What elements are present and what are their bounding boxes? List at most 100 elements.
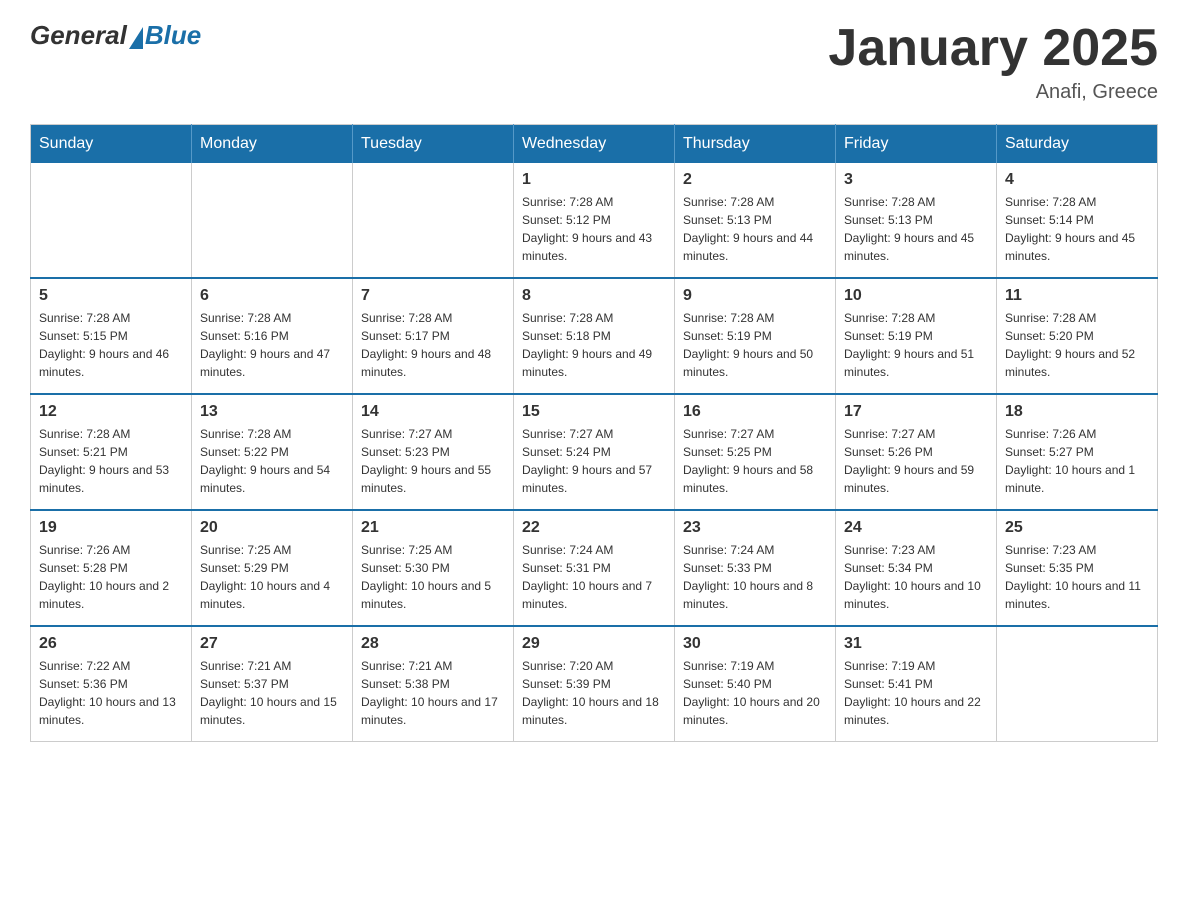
calendar-cell: 30 Sunrise: 7:19 AMSunset: 5:40 PMDayligh… xyxy=(675,626,836,742)
month-title: January 2025 xyxy=(828,20,1158,77)
calendar-week-row: 12 Sunrise: 7:28 AMSunset: 5:21 PMDayligh… xyxy=(31,394,1158,510)
calendar-cell: 28 Sunrise: 7:21 AMSunset: 5:38 PMDayligh… xyxy=(353,626,514,742)
day-of-week-header: Wednesday xyxy=(514,125,675,164)
day-number: 14 xyxy=(361,403,505,421)
calendar-table: SundayMondayTuesdayWednesdayThursdayFrid… xyxy=(30,124,1158,742)
logo-blue-text: Blue xyxy=(145,20,201,51)
location-text: Anafi, Greece xyxy=(828,81,1158,104)
day-info: Sunrise: 7:20 AMSunset: 5:39 PMDaylight:… xyxy=(522,657,666,729)
day-info: Sunrise: 7:28 AMSunset: 5:19 PMDaylight:… xyxy=(844,309,988,381)
day-info: Sunrise: 7:24 AMSunset: 5:31 PMDaylight:… xyxy=(522,541,666,613)
calendar-cell: 10 Sunrise: 7:28 AMSunset: 5:19 PMDayligh… xyxy=(836,278,997,394)
day-info: Sunrise: 7:27 AMSunset: 5:26 PMDaylight:… xyxy=(844,425,988,497)
day-info: Sunrise: 7:28 AMSunset: 5:17 PMDaylight:… xyxy=(361,309,505,381)
calendar-cell: 8Sunrise: 7:28 AMSunset: 5:18 PMDaylight… xyxy=(514,278,675,394)
calendar-cell xyxy=(192,163,353,278)
day-number: 9 xyxy=(683,287,827,305)
day-info: Sunrise: 7:21 AMSunset: 5:38 PMDaylight:… xyxy=(361,657,505,729)
day-info: Sunrise: 7:26 AMSunset: 5:27 PMDaylight:… xyxy=(1005,425,1149,497)
calendar-cell: 2 Sunrise: 7:28 AMSunset: 5:13 PMDaylight… xyxy=(675,163,836,278)
day-number: 4 xyxy=(1005,171,1149,189)
day-info: Sunrise: 7:28 AMSunset: 5:12 PMDaylight:… xyxy=(522,193,666,265)
day-info: Sunrise: 7:19 AMSunset: 5:40 PMDaylight:… xyxy=(683,657,827,729)
day-info: Sunrise: 7:21 AMSunset: 5:37 PMDaylight:… xyxy=(200,657,344,729)
calendar-cell xyxy=(997,626,1158,742)
day-info: Sunrise: 7:25 AMSunset: 5:29 PMDaylight:… xyxy=(200,541,344,613)
calendar-week-row: 1 Sunrise: 7:28 AMSunset: 5:12 PMDaylight… xyxy=(31,163,1158,278)
day-info: Sunrise: 7:25 AMSunset: 5:30 PMDaylight:… xyxy=(361,541,505,613)
calendar-cell: 21Sunrise: 7:25 AMSunset: 5:30 PMDayligh… xyxy=(353,510,514,626)
day-number: 16 xyxy=(683,403,827,421)
day-number: 19 xyxy=(39,519,183,537)
calendar-cell: 9Sunrise: 7:28 AMSunset: 5:19 PMDaylight… xyxy=(675,278,836,394)
day-info: Sunrise: 7:27 AMSunset: 5:23 PMDaylight:… xyxy=(361,425,505,497)
day-number: 30 xyxy=(683,635,827,653)
calendar-week-row: 5Sunrise: 7:28 AMSunset: 5:15 PMDaylight… xyxy=(31,278,1158,394)
calendar-cell: 25 Sunrise: 7:23 AMSunset: 5:35 PMDayligh… xyxy=(997,510,1158,626)
day-info: Sunrise: 7:23 AMSunset: 5:34 PMDaylight:… xyxy=(844,541,988,613)
day-number: 13 xyxy=(200,403,344,421)
calendar-cell: 20Sunrise: 7:25 AMSunset: 5:29 PMDayligh… xyxy=(192,510,353,626)
day-number: 12 xyxy=(39,403,183,421)
day-info: Sunrise: 7:23 AMSunset: 5:35 PMDaylight:… xyxy=(1005,541,1149,613)
day-number: 29 xyxy=(522,635,666,653)
day-number: 17 xyxy=(844,403,988,421)
calendar-cell: 12 Sunrise: 7:28 AMSunset: 5:21 PMDayligh… xyxy=(31,394,192,510)
day-number: 23 xyxy=(683,519,827,537)
day-of-week-header: Thursday xyxy=(675,125,836,164)
calendar-cell: 16Sunrise: 7:27 AMSunset: 5:25 PMDayligh… xyxy=(675,394,836,510)
day-info: Sunrise: 7:28 AMSunset: 5:20 PMDaylight:… xyxy=(1005,309,1149,381)
day-of-week-header: Saturday xyxy=(997,125,1158,164)
calendar-cell: 1 Sunrise: 7:28 AMSunset: 5:12 PMDaylight… xyxy=(514,163,675,278)
calendar-cell: 4 Sunrise: 7:28 AMSunset: 5:14 PMDaylight… xyxy=(997,163,1158,278)
calendar-cell: 14 Sunrise: 7:27 AMSunset: 5:23 PMDayligh… xyxy=(353,394,514,510)
day-info: Sunrise: 7:19 AMSunset: 5:41 PMDaylight:… xyxy=(844,657,988,729)
page-header: General Blue January 2025 Anafi, Greece xyxy=(30,20,1158,104)
day-number: 6 xyxy=(200,287,344,305)
day-number: 3 xyxy=(844,171,988,189)
day-number: 1 xyxy=(522,171,666,189)
day-number: 22 xyxy=(522,519,666,537)
calendar-cell: 19 Sunrise: 7:26 AMSunset: 5:28 PMDayligh… xyxy=(31,510,192,626)
calendar-cell: 17 Sunrise: 7:27 AMSunset: 5:26 PMDayligh… xyxy=(836,394,997,510)
calendar-cell: 23 Sunrise: 7:24 AMSunset: 5:33 PMDayligh… xyxy=(675,510,836,626)
day-info: Sunrise: 7:28 AMSunset: 5:21 PMDaylight:… xyxy=(39,425,183,497)
calendar-cell: 18 Sunrise: 7:26 AMSunset: 5:27 PMDayligh… xyxy=(997,394,1158,510)
calendar-cell: 26Sunrise: 7:22 AMSunset: 5:36 PMDayligh… xyxy=(31,626,192,742)
calendar-cell: 7Sunrise: 7:28 AMSunset: 5:17 PMDaylight… xyxy=(353,278,514,394)
day-number: 25 xyxy=(1005,519,1149,537)
calendar-cell: 22 Sunrise: 7:24 AMSunset: 5:31 PMDayligh… xyxy=(514,510,675,626)
day-info: Sunrise: 7:28 AMSunset: 5:22 PMDaylight:… xyxy=(200,425,344,497)
day-number: 27 xyxy=(200,635,344,653)
day-number: 26 xyxy=(39,635,183,653)
day-info: Sunrise: 7:28 AMSunset: 5:13 PMDaylight:… xyxy=(683,193,827,265)
day-info: Sunrise: 7:28 AMSunset: 5:15 PMDaylight:… xyxy=(39,309,183,381)
calendar-cell: 5Sunrise: 7:28 AMSunset: 5:15 PMDaylight… xyxy=(31,278,192,394)
day-info: Sunrise: 7:24 AMSunset: 5:33 PMDaylight:… xyxy=(683,541,827,613)
day-number: 18 xyxy=(1005,403,1149,421)
day-info: Sunrise: 7:28 AMSunset: 5:14 PMDaylight:… xyxy=(1005,193,1149,265)
calendar-week-row: 26Sunrise: 7:22 AMSunset: 5:36 PMDayligh… xyxy=(31,626,1158,742)
day-number: 28 xyxy=(361,635,505,653)
day-of-week-header: Tuesday xyxy=(353,125,514,164)
day-info: Sunrise: 7:26 AMSunset: 5:28 PMDaylight:… xyxy=(39,541,183,613)
title-block: January 2025 Anafi, Greece xyxy=(828,20,1158,104)
day-number: 15 xyxy=(522,403,666,421)
calendar-cell: 15 Sunrise: 7:27 AMSunset: 5:24 PMDayligh… xyxy=(514,394,675,510)
day-info: Sunrise: 7:27 AMSunset: 5:24 PMDaylight:… xyxy=(522,425,666,497)
day-info: Sunrise: 7:28 AMSunset: 5:16 PMDaylight:… xyxy=(200,309,344,381)
day-number: 2 xyxy=(683,171,827,189)
calendar-cell: 31Sunrise: 7:19 AMSunset: 5:41 PMDayligh… xyxy=(836,626,997,742)
logo-general-text: General xyxy=(30,20,127,51)
day-number: 11 xyxy=(1005,287,1149,305)
day-number: 10 xyxy=(844,287,988,305)
calendar-cell: 13 Sunrise: 7:28 AMSunset: 5:22 PMDayligh… xyxy=(192,394,353,510)
day-of-week-header: Sunday xyxy=(31,125,192,164)
day-of-week-header: Monday xyxy=(192,125,353,164)
calendar-cell: 29 Sunrise: 7:20 AMSunset: 5:39 PMDayligh… xyxy=(514,626,675,742)
day-of-week-header: Friday xyxy=(836,125,997,164)
calendar-cell xyxy=(31,163,192,278)
calendar-cell: 27 Sunrise: 7:21 AMSunset: 5:37 PMDayligh… xyxy=(192,626,353,742)
calendar-header-row: SundayMondayTuesdayWednesdayThursdayFrid… xyxy=(31,125,1158,164)
calendar-cell xyxy=(353,163,514,278)
